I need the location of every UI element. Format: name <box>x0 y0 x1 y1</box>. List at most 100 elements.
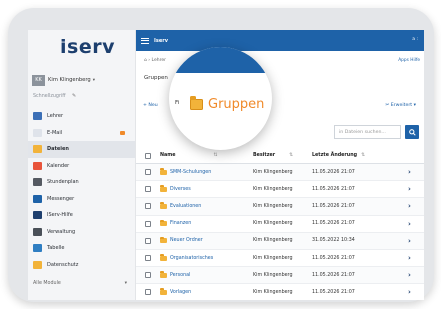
chevron-right-icon[interactable]: › <box>408 237 422 245</box>
date-cell: 11.05.2026 21:07 <box>312 186 355 192</box>
clock-icon <box>33 178 42 187</box>
sidebar-item-label: Lehrer <box>47 113 64 120</box>
file-name-cell[interactable]: Diverses <box>160 185 253 192</box>
table-row[interactable]: Evaluationen Kim Klingenberg 11.05.2026 21… <box>136 198 424 216</box>
table-row[interactable]: Organisatorisches Kim Klingenberg 11.05.20… <box>136 250 424 268</box>
advanced-button[interactable]: ✂ Erweitert ▾ <box>385 103 416 108</box>
chevron-down-icon: ▾ <box>124 280 127 286</box>
menu-icon[interactable] <box>141 37 149 44</box>
chevron-right-icon[interactable]: › <box>408 271 422 279</box>
table-row[interactable]: Vorlagen Kim Klingenberg 11.05.2026 21:07 › <box>136 284 424 300</box>
file-name-cell[interactable]: Organisatorisches <box>160 254 253 261</box>
row-checkbox[interactable] <box>136 220 160 227</box>
sidebar-item-kalender[interactable]: Kalender <box>28 158 135 175</box>
magnified-title: Gruppen <box>190 96 264 112</box>
all-modules-toggle[interactable]: Alle Module ▾ <box>28 276 135 290</box>
table-row[interactable]: SMM-Schulungen Kim Klingenberg 11.05.2026 … <box>136 164 424 182</box>
file-name[interactable]: SMM-Schulungen <box>170 170 211 175</box>
row-checkbox[interactable] <box>136 289 160 296</box>
file-name-cell[interactable]: Neuer Ordner <box>160 236 253 244</box>
edit-icon[interactable]: ✎ <box>72 93 76 99</box>
sidebar-item-iserv-hilfe[interactable]: IServ-Hilfe <box>28 207 135 224</box>
table-row[interactable]: Diverses Kim Klingenberg 11.05.2026 21:07 › <box>136 181 424 199</box>
sidebar-item-label: Verwaltung <box>47 228 76 235</box>
file-name[interactable]: Neuer Ordner <box>170 238 203 243</box>
file-name-cell[interactable]: Personal <box>160 271 253 278</box>
date-cell: 11.05.2026 21:07 <box>312 272 355 278</box>
sidebar-item-dateien[interactable]: Dateien <box>28 141 135 158</box>
sidebar-item-label: Messenger <box>47 195 75 202</box>
folder-icon <box>160 185 167 192</box>
sidebar-item-lehrer[interactable]: Lehrer <box>28 108 135 125</box>
sidebar-item-messenger[interactable]: Messenger <box>28 191 135 208</box>
chevron-right-icon[interactable]: › <box>408 185 422 193</box>
breadcrumb-item[interactable]: Lehrer <box>152 58 166 63</box>
select-all-checkbox[interactable] <box>136 152 160 159</box>
app-logo[interactable]: iserv <box>60 36 115 58</box>
table-header: Name ⇅ Besitzer ⇅ Letzte Änderung ⇅ <box>136 148 424 164</box>
magnified-file-icon-label: Fi <box>175 100 180 106</box>
folder-icon <box>160 219 167 227</box>
magnifier-callout: Fi Gruppen <box>169 47 272 150</box>
search-input[interactable]: in Dateien suchen... <box>334 125 401 139</box>
file-name-cell[interactable]: Finanzen <box>160 219 253 227</box>
checkbox-icon <box>145 186 151 193</box>
sidebar-item-label: E-Mail <box>47 129 63 136</box>
search-button[interactable] <box>405 125 419 139</box>
sidebar-item-label: Datenschutz <box>47 261 79 268</box>
file-name[interactable]: Evaluationen <box>170 204 201 209</box>
chevron-right-icon[interactable]: › <box>408 168 422 176</box>
owner-cell: Kim Klingenberg <box>253 169 293 175</box>
home-icon[interactable]: ⌂ <box>144 58 147 63</box>
folder-icon <box>190 96 203 110</box>
table-row[interactable]: Neuer Ordner Kim Klingenberg 31.05.2022 10… <box>136 232 424 250</box>
file-name[interactable]: Finanzen <box>170 221 191 226</box>
sidebar-item-verwaltung[interactable]: Verwaltung <box>28 224 135 241</box>
topbar-user-controls[interactable]: a : <box>412 37 418 42</box>
sidebar-item-tabelle[interactable]: Tabelle <box>28 240 135 257</box>
chevron-down-icon: ▾ <box>413 103 416 108</box>
row-checkbox[interactable] <box>136 255 160 262</box>
user-menu[interactable]: KK Kim Klingenberg ▾ <box>32 72 134 88</box>
advanced-label: Erweitert <box>390 103 413 108</box>
checkbox-icon <box>145 289 151 296</box>
file-name[interactable]: Diverses <box>170 187 191 192</box>
sidebar-item-label: Dateien <box>47 146 69 153</box>
sidebar-item-label: Stundenplan <box>47 179 79 186</box>
new-button[interactable]: + Neu <box>143 103 158 108</box>
table-row[interactable]: Finanzen Kim Klingenberg 11.05.2026 21:07 › <box>136 216 424 233</box>
file-name-cell[interactable]: SMM-Schulungen <box>160 168 253 175</box>
magnified-top-bar <box>169 47 272 73</box>
page-title: Gruppen <box>144 75 168 81</box>
table-row[interactable]: Personal Kim Klingenberg 11.05.2026 21:07 › <box>136 267 424 285</box>
file-name[interactable]: Personal <box>170 273 190 278</box>
avatar: KK <box>32 74 45 86</box>
row-checkbox[interactable] <box>136 203 160 210</box>
file-name-cell[interactable]: Vorlagen <box>160 288 253 295</box>
file-name-cell[interactable]: Evaluationen <box>160 202 253 209</box>
date-cell: 11.05.2026 21:07 <box>312 203 355 209</box>
chevron-right-icon[interactable]: › <box>408 202 422 210</box>
topbar-title: Iserv <box>154 37 168 44</box>
row-checkbox[interactable] <box>136 186 160 193</box>
quick-access-label: Schnellzugriff <box>33 94 66 99</box>
sidebar-item-datenschutz[interactable]: Datenschutz <box>28 257 135 274</box>
row-checkbox[interactable] <box>136 237 160 244</box>
row-checkbox[interactable] <box>136 169 160 176</box>
sidebar-item-stundenplan[interactable]: Stundenplan <box>28 174 135 191</box>
file-name[interactable]: Organisatorisches <box>170 256 213 261</box>
column-name[interactable]: Name ⇅ <box>160 153 253 158</box>
owner-cell: Kim Klingenberg <box>253 255 293 261</box>
chevron-right-icon[interactable]: › <box>408 254 422 262</box>
chevron-right-icon[interactable]: › <box>408 288 422 296</box>
header-links[interactable]: Apps Hilfe <box>398 58 420 63</box>
date-cell: 11.05.2026 21:07 <box>312 289 355 295</box>
checkbox-icon <box>145 152 151 159</box>
chevron-right-icon[interactable]: › <box>408 220 422 228</box>
file-name[interactable]: Vorlagen <box>170 290 191 295</box>
sidebar-item-e-mail[interactable]: E-Mail <box>28 125 135 142</box>
column-owner[interactable]: Besitzer ⇅ <box>253 153 312 158</box>
row-checkbox[interactable] <box>136 272 160 279</box>
checkbox-icon <box>145 237 151 244</box>
column-date[interactable]: Letzte Änderung ⇅ <box>312 153 408 158</box>
